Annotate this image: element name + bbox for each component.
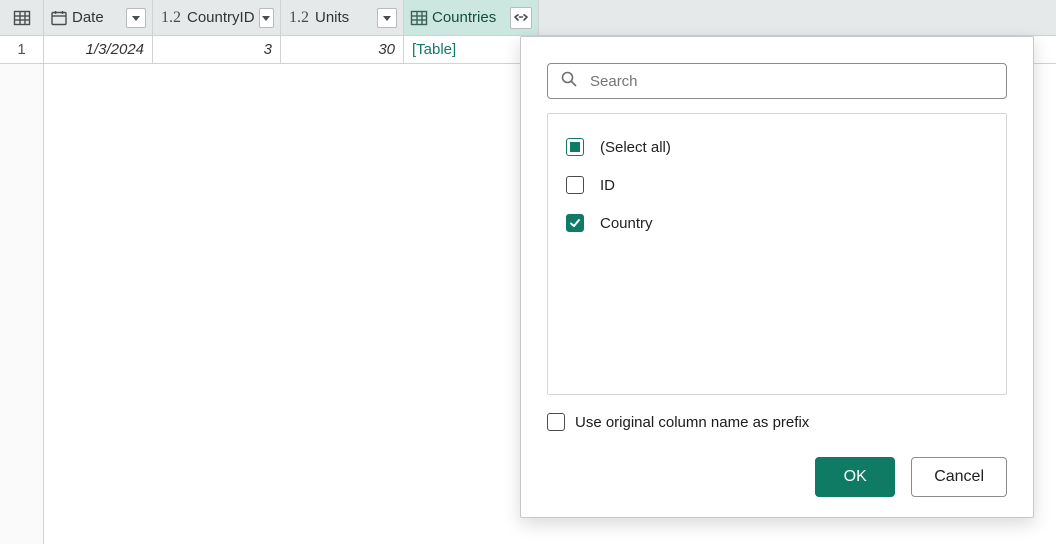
checkbox-checked-icon[interactable] [566,214,584,232]
search-box[interactable] [547,63,1007,99]
number-type-icon: 1.2 [287,9,311,27]
column-header-row: Date 1.2 CountryID 1.2 Units Countries [0,0,1056,36]
column-filter-dropdown[interactable] [377,8,397,28]
number-type-icon: 1.2 [159,9,183,27]
table-icon [410,9,428,27]
expand-column-panel: (Select all) ID Country Use original col… [520,36,1034,518]
option-id[interactable]: ID [566,166,988,204]
column-header-countries[interactable]: Countries [404,0,539,35]
option-country[interactable]: Country [566,204,988,242]
search-input[interactable] [588,72,994,91]
table-icon [13,9,31,27]
cell-countries[interactable]: [Table] [404,36,539,63]
header-filler [539,0,1056,35]
checkbox-mixed-icon[interactable] [566,138,584,156]
option-label: ID [600,177,615,194]
column-header-units[interactable]: 1.2 Units [281,0,404,35]
column-header-country-id[interactable]: 1.2 CountryID [153,0,281,35]
column-filter-dropdown[interactable] [259,8,274,28]
column-label: Date [68,9,108,26]
column-options-list: (Select all) ID Country [547,113,1007,395]
column-label: Countries [428,9,500,26]
use-prefix-option[interactable]: Use original column name as prefix [547,413,1007,431]
cell-units[interactable]: 30 [281,36,404,63]
expand-column-button[interactable] [510,7,532,29]
column-label: CountryID [183,9,259,26]
column-filter-dropdown[interactable] [126,8,146,28]
row-number-gutter: 1 [0,36,44,544]
checkbox-unchecked-icon[interactable] [566,176,584,194]
option-label: Country [600,215,653,232]
panel-buttons: OK Cancel [547,457,1007,497]
select-all-corner[interactable] [0,0,44,35]
cell-date[interactable]: 1/3/2024 [44,36,153,63]
checkbox-unchecked-icon[interactable] [547,413,565,431]
ok-button[interactable]: OK [815,457,895,497]
search-icon [560,70,588,92]
option-select-all[interactable]: (Select all) [566,128,988,166]
calendar-icon [50,9,68,27]
column-header-date[interactable]: Date [44,0,153,35]
option-label: (Select all) [600,139,671,156]
column-label: Units [311,9,353,26]
use-prefix-label: Use original column name as prefix [575,414,809,431]
cell-country-id[interactable]: 3 [153,36,281,63]
row-number[interactable]: 1 [0,36,43,64]
cancel-button[interactable]: Cancel [911,457,1007,497]
